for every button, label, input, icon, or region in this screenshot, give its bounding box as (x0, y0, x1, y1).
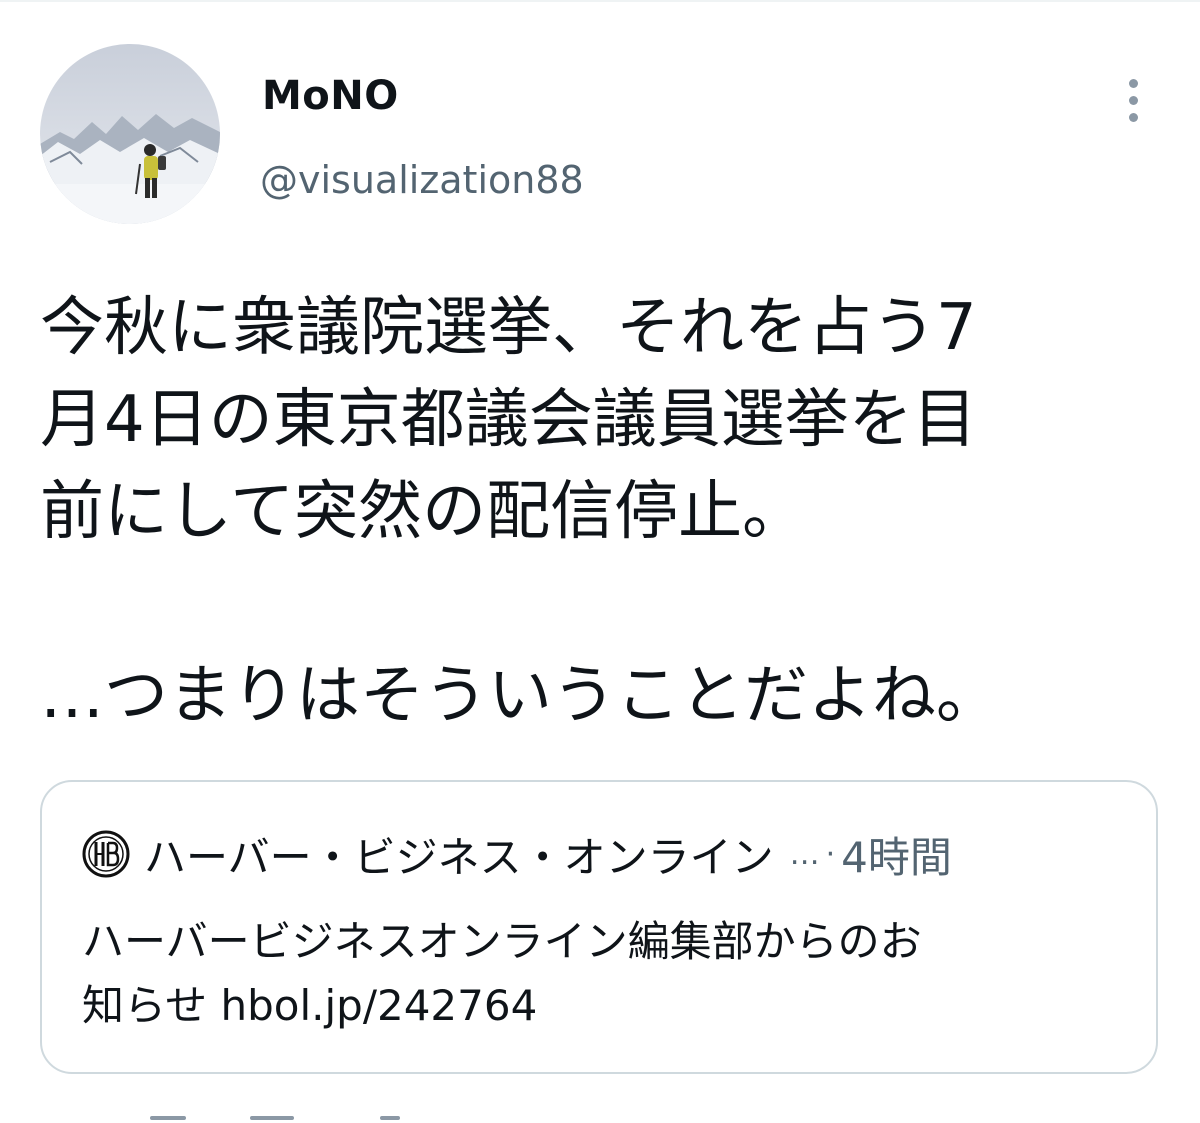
more-dot (1128, 112, 1138, 122)
reply-icon[interactable] (150, 1116, 186, 1120)
retweet-icon[interactable] (250, 1116, 294, 1120)
link-card[interactable]: ハーバー・ビジネス・オンライン … · 4時間 ハーバービジネスオンライン編集部… (40, 780, 1158, 1074)
more-vertical-icon[interactable] (1108, 70, 1158, 130)
user-handle[interactable]: @visualization88 (260, 154, 584, 206)
tweet-line: 月4日の東京都議会議員選挙を目 (40, 383, 977, 457)
card-ellipsis: … (789, 836, 820, 872)
top-divider (0, 0, 1200, 2)
more-dot (1128, 78, 1138, 88)
card-header: ハーバー・ビジネス・オンライン … · 4時間 (82, 826, 952, 882)
card-site-name: ハーバー・ビジネス・オンライン (144, 832, 774, 882)
hbo-logo-icon (82, 830, 130, 878)
action-bar (0, 1112, 1200, 1123)
display-name[interactable]: MoNO (262, 70, 399, 122)
tweet-line: 前にして突然の配信停止。 (40, 475, 807, 549)
tweet-line: …つまりはそういうことだよね。 (40, 659, 1000, 733)
card-description-line: 知らせ hbol.jp/242764 (82, 981, 538, 1030)
tweet-line: 今秋に衆議院選挙、それを占う7 (40, 291, 977, 365)
card-time: 4時間 (841, 832, 952, 882)
card-description: ハーバービジネスオンライン編集部からのお 知らせ hbol.jp/242764 (82, 910, 1122, 1038)
like-icon[interactable] (380, 1116, 400, 1120)
avatar[interactable] (40, 44, 220, 224)
card-separator: · (825, 836, 836, 872)
tweet-text: 今秋に衆議院選挙、それを占う7 月4日の東京都議会議員選挙を目 前にして突然の配… (40, 282, 1170, 742)
more-dot (1128, 95, 1138, 105)
card-description-line: ハーバービジネスオンライン編集部からのお (82, 917, 922, 966)
